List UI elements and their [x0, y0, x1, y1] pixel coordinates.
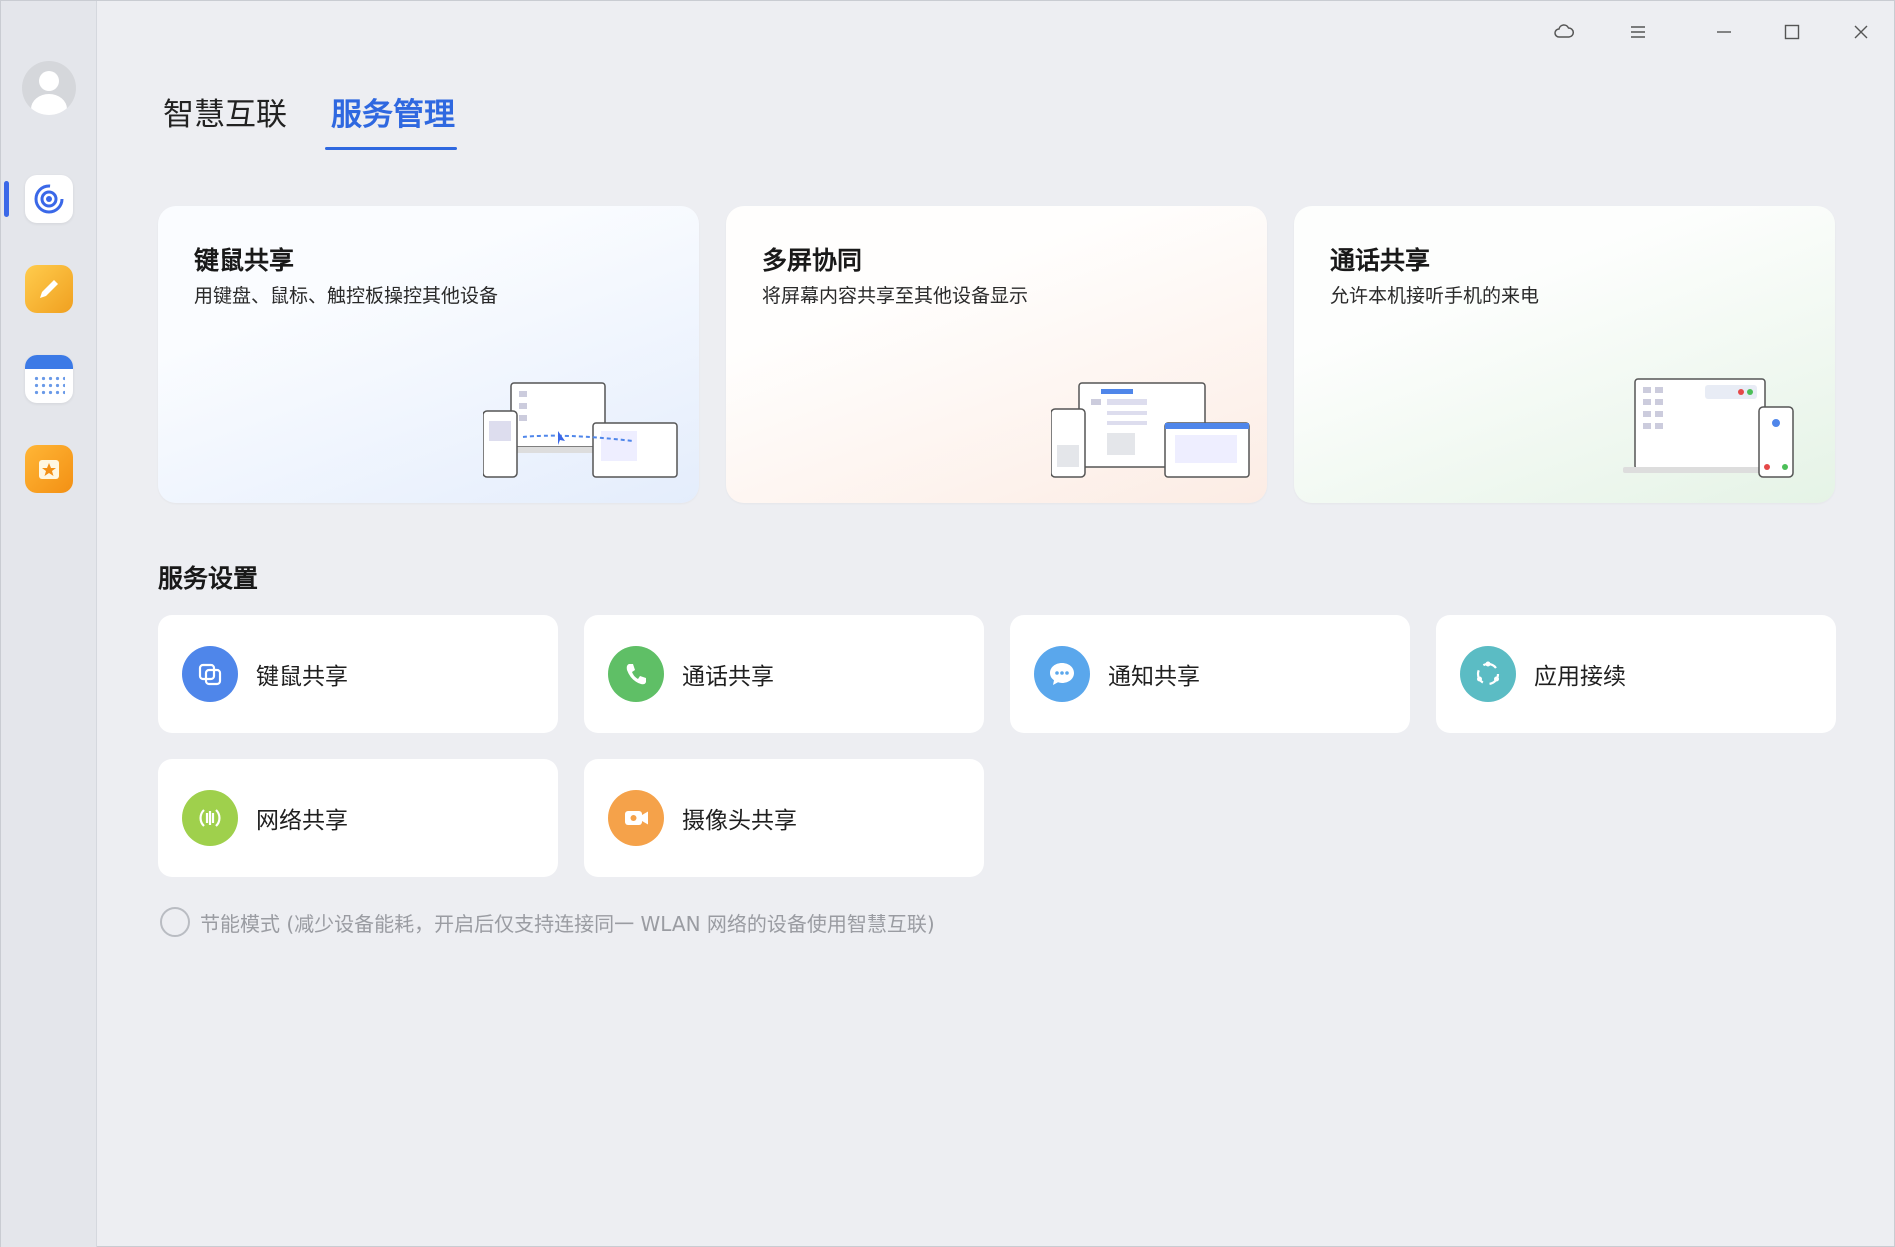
call-share-illustration — [1623, 378, 1794, 478]
cloud-sync-button[interactable] — [1547, 15, 1581, 49]
feature-card-multi-screen[interactable]: 多屏协同 将屏幕内容共享至其他设备显示 — [726, 206, 1267, 503]
pencil-icon — [40, 280, 58, 298]
service-label: 网络共享 — [256, 808, 348, 834]
power-save-label: 节能模式 (减少设备能耗，开启后仅支持连接同一 WLAN 网络的设备使用智慧互联… — [200, 912, 935, 936]
sidebar-item-notes[interactable] — [25, 265, 73, 313]
network-share-icon — [182, 790, 238, 846]
chat-bubble-icon — [1034, 646, 1090, 702]
smart-connect-icon — [34, 184, 64, 214]
maximize-button[interactable] — [1775, 15, 1809, 49]
tab-service-management[interactable]: 服务管理 — [331, 89, 455, 134]
keyboard-mouse-share-icon — [182, 646, 238, 702]
star-icon — [39, 460, 59, 479]
multi-screen-illustration — [1051, 382, 1250, 478]
app-relay-icon — [1460, 646, 1516, 702]
service-label: 通知共享 — [1108, 664, 1200, 690]
service-label: 键鼠共享 — [256, 664, 348, 690]
calendar-icon — [25, 355, 73, 369]
feature-description: 将屏幕内容共享至其他设备显示 — [762, 285, 1029, 307]
feature-title: 通话共享 — [1330, 246, 1431, 275]
feature-description: 允许本机接听手机的来电 — [1330, 285, 1540, 307]
menu-icon — [1631, 26, 1645, 38]
service-keyboard-mouse-share[interactable]: 键鼠共享 — [158, 615, 558, 733]
sidebar-item-calendar[interactable] — [25, 355, 73, 403]
service-network-share[interactable]: 网络共享 — [158, 759, 558, 877]
section-title: 服务设置 — [158, 564, 259, 593]
close-button[interactable] — [1844, 15, 1878, 49]
service-call-share[interactable]: 通话共享 — [584, 615, 984, 733]
feature-card-keyboard-mouse[interactable]: 键鼠共享 用键盘、鼠标、触控板操控其他设备 — [158, 206, 699, 503]
app-window: 智慧互联 服务管理 键鼠共享 用键盘、鼠标、触控板操控其他设备 多屏协同 将屏幕… — [0, 0, 1895, 1247]
feature-title: 键鼠共享 — [194, 246, 295, 275]
cloud-sync-icon — [1554, 24, 1574, 38]
service-label: 应用接续 — [1534, 664, 1626, 690]
tab-smart-connect[interactable]: 智慧互联 — [163, 89, 287, 134]
service-notification-share[interactable]: 通知共享 — [1010, 615, 1410, 733]
close-icon — [1854, 25, 1868, 39]
feature-description: 用键盘、鼠标、触控板操控其他设备 — [194, 285, 499, 307]
sidebar — [1, 1, 97, 1247]
avatar[interactable] — [22, 61, 76, 115]
service-label: 通话共享 — [682, 664, 774, 690]
active-tab-underline — [325, 147, 457, 150]
maximize-icon — [1784, 24, 1800, 40]
service-app-relay[interactable]: 应用接续 — [1436, 615, 1836, 733]
minimize-button[interactable] — [1707, 15, 1741, 49]
feature-title: 多屏协同 — [762, 246, 863, 275]
service-label: 摄像头共享 — [682, 808, 797, 834]
sidebar-item-smart-connect[interactable] — [25, 175, 73, 223]
keyboard-mouse-illustration — [483, 382, 678, 478]
service-camera-share[interactable]: 摄像头共享 — [584, 759, 984, 877]
sidebar-active-indicator — [4, 181, 9, 217]
feature-card-call-share[interactable]: 通话共享 允许本机接听手机的来电 — [1294, 206, 1835, 503]
phone-icon — [608, 646, 664, 702]
menu-button[interactable] — [1621, 15, 1655, 49]
power-save-checkbox[interactable] — [160, 907, 190, 937]
sidebar-item-favorites[interactable] — [25, 445, 73, 493]
minimize-icon — [1717, 31, 1731, 33]
camera-icon — [608, 790, 664, 846]
